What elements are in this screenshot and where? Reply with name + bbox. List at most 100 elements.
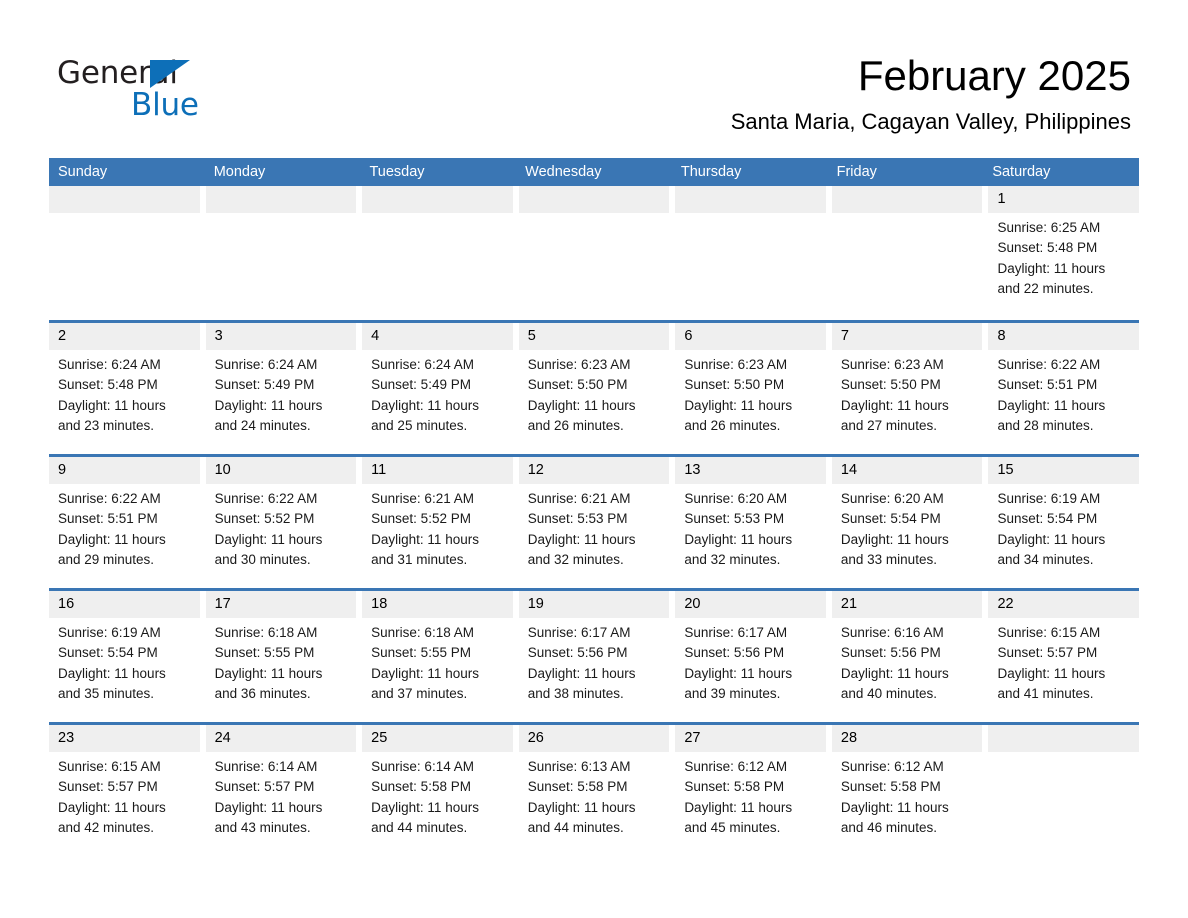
sunset-text: Sunset: 5:56 PM	[527, 645, 628, 661]
weekday-friday: Friday	[836, 164, 877, 180]
daylight-text: Daylight: 11 hours and 29 minutes.	[58, 531, 166, 567]
calendar-day-cell[interactable]: 9 Sunrise: 6:22 AM Sunset: 5:51 PM Daylight…	[49, 457, 200, 588]
calendar-day-cell[interactable]: 12 Sunrise: 6:21 AM Sunset: 5:53 PM Dayligh…	[518, 457, 670, 588]
sunrise-text: Sunrise: 6:24 AM	[214, 357, 318, 372]
sunset-text: Sunset: 5:52 PM	[214, 511, 315, 527]
sunrise-text: Sunrise: 6:22 AM	[214, 491, 318, 506]
calendar-day-cell-empty	[362, 186, 513, 320]
sunrise-text: Sunrise: 6:19 AM	[58, 625, 161, 640]
day-number: 14	[840, 462, 858, 478]
day-number: 7	[840, 328, 849, 344]
calendar-day-cell[interactable]: 4 Sunrise: 6:24 AM Sunset: 5:49 PM Daylight…	[362, 323, 513, 454]
daylight-text: Daylight: 11 hours and 39 minutes.	[684, 665, 793, 701]
calendar-day-cell[interactable]: 10 Sunrise: 6:22 AM Sunset: 5:52 PM Dayligh…	[205, 457, 357, 588]
calendar-day-cell[interactable]: 8 Sunrise: 6:22 AM Sunset: 5:51 PM Daylight…	[988, 323, 1140, 454]
day-number-bar: 11	[362, 457, 513, 484]
day-number: 1	[997, 191, 1006, 207]
day-number: 24	[214, 730, 231, 746]
day-number-bar	[49, 186, 200, 213]
generalblue-logo[interactable]: General Blue	[57, 55, 357, 125]
sunrise-text: Sunrise: 6:16 AM	[840, 625, 944, 640]
sunset-text: Sunset: 5:54 PM	[840, 511, 941, 527]
day-number-bar: 28	[831, 725, 983, 752]
day-number-bar: 27	[675, 725, 826, 752]
daylight-text: Daylight: 11 hours and 36 minutes.	[214, 665, 323, 701]
calendar-weeks: 1 Sunrise: 6:25 AM Sunset: 5:48 PM Daylight…	[49, 186, 1140, 840]
blue-triangle-icon	[150, 60, 190, 88]
calendar-day-cell[interactable]: 15 Sunrise: 6:19 AM Sunset: 5:54 PM Dayligh…	[988, 457, 1140, 588]
calendar-day-cell[interactable]: 21 Sunrise: 6:16 AM Sunset: 5:56 PM Dayligh…	[831, 591, 983, 722]
day-number: 8	[997, 328, 1006, 344]
weekday-thursday: Thursday	[680, 164, 742, 180]
calendar-day-cell[interactable]: 3 Sunrise: 6:24 AM Sunset: 5:49 PM Daylight…	[205, 323, 357, 454]
calendar-day-cell[interactable]: 25 Sunrise: 6:14 AM Sunset: 5:58 PM Dayligh…	[362, 725, 513, 840]
sunset-text: Sunset: 5:54 PM	[997, 511, 1098, 527]
calendar-week-row: 23 Sunrise: 6:15 AM Sunset: 5:57 PM Dayligh…	[49, 722, 1140, 840]
weekday-header-row: Sunday Monday Tuesday Wednesday Thursday…	[49, 158, 1139, 186]
sunset-text: Sunset: 5:55 PM	[371, 645, 471, 661]
calendar-day-cell[interactable]: 5 Sunrise: 6:23 AM Sunset: 5:50 PM Daylight…	[518, 323, 670, 454]
day-number: 22	[997, 596, 1014, 612]
weekday-sunday: Sunday	[58, 164, 108, 180]
sunset-text: Sunset: 5:57 PM	[214, 779, 315, 795]
weekday-tuesday: Tuesday	[369, 164, 425, 180]
sunset-text: Sunset: 5:50 PM	[527, 377, 628, 393]
calendar-day-cell[interactable]: 7 Sunrise: 6:23 AM Sunset: 5:50 PM Daylight…	[831, 323, 983, 454]
calendar-day-cell[interactable]: 24 Sunrise: 6:14 AM Sunset: 5:57 PM Dayligh…	[205, 725, 357, 840]
calendar-day-cell[interactable]: 11 Sunrise: 6:21 AM Sunset: 5:52 PM Dayligh…	[362, 457, 513, 588]
calendar-day-cell[interactable]: 22 Sunrise: 6:15 AM Sunset: 5:57 PM Dayligh…	[988, 591, 1140, 722]
sunrise-text: Sunrise: 6:12 AM	[684, 759, 788, 774]
day-details: Sunrise: 6:22 AM Sunset: 5:52 PM Daylight:…	[206, 484, 357, 570]
daylight-text: Daylight: 11 hours and 44 minutes.	[527, 799, 636, 835]
sunset-text: Sunset: 5:50 PM	[840, 377, 941, 393]
calendar-day-cell[interactable]: 18 Sunrise: 6:18 AM Sunset: 5:55 PM Dayligh…	[362, 591, 513, 722]
day-number-bar: 2	[49, 323, 200, 350]
day-number-bar	[988, 725, 1140, 752]
day-details: Sunrise: 6:21 AM Sunset: 5:52 PM Daylight:…	[362, 484, 513, 570]
sunset-text: Sunset: 5:56 PM	[684, 645, 785, 661]
day-number-bar	[362, 186, 513, 213]
day-number: 21	[840, 596, 858, 612]
calendar-day-cell[interactable]: 27 Sunrise: 6:12 AM Sunset: 5:58 PM Dayligh…	[675, 725, 826, 840]
day-number-bar: 16	[49, 591, 200, 618]
sunrise-text: Sunrise: 6:19 AM	[997, 491, 1101, 506]
daylight-text: Daylight: 11 hours and 22 minutes.	[997, 260, 1106, 296]
calendar-day-cell[interactable]: 6 Sunrise: 6:23 AM Sunset: 5:50 PM Daylight…	[675, 323, 826, 454]
day-number: 13	[684, 462, 701, 478]
day-details: Sunrise: 6:23 AM Sunset: 5:50 PM Daylight:…	[832, 350, 983, 436]
calendar-day-cell[interactable]: 1 Sunrise: 6:25 AM Sunset: 5:48 PM Daylight…	[988, 186, 1140, 320]
calendar-day-cell[interactable]: 23 Sunrise: 6:15 AM Sunset: 5:57 PM Dayligh…	[49, 725, 200, 840]
day-details: Sunrise: 6:19 AM Sunset: 5:54 PM Daylight:…	[988, 484, 1139, 570]
calendar-day-cell[interactable]: 28 Sunrise: 6:12 AM Sunset: 5:58 PM Dayligh…	[831, 725, 983, 840]
daylight-text: Daylight: 11 hours and 40 minutes.	[840, 665, 949, 701]
sunset-text: Sunset: 5:54 PM	[58, 645, 158, 661]
day-details: Sunrise: 6:20 AM Sunset: 5:53 PM Daylight:…	[675, 484, 826, 570]
daylight-text: Daylight: 11 hours and 37 minutes.	[371, 665, 479, 701]
calendar-week-row: 16 Sunrise: 6:19 AM Sunset: 5:54 PM Dayligh…	[49, 588, 1140, 722]
day-number: 11	[371, 462, 387, 478]
day-number: 27	[684, 730, 701, 746]
calendar-day-cell[interactable]: 16 Sunrise: 6:19 AM Sunset: 5:54 PM Dayligh…	[49, 591, 200, 722]
day-details: Sunrise: 6:18 AM Sunset: 5:55 PM Daylight:…	[206, 618, 357, 704]
calendar-day-cell[interactable]: 19 Sunrise: 6:17 AM Sunset: 5:56 PM Dayligh…	[518, 591, 670, 722]
calendar-day-cell[interactable]: 13 Sunrise: 6:20 AM Sunset: 5:53 PM Dayligh…	[675, 457, 826, 588]
day-number-bar: 24	[205, 725, 357, 752]
day-number: 9	[58, 462, 67, 478]
day-details: Sunrise: 6:16 AM Sunset: 5:56 PM Daylight:…	[832, 618, 983, 704]
sunset-text: Sunset: 5:55 PM	[214, 645, 315, 661]
calendar-day-cell[interactable]: 17 Sunrise: 6:18 AM Sunset: 5:55 PM Dayligh…	[205, 591, 357, 722]
daylight-text: Daylight: 11 hours and 24 minutes.	[214, 397, 323, 433]
daylight-text: Daylight: 11 hours and 32 minutes.	[684, 531, 793, 567]
calendar-day-cell[interactable]: 14 Sunrise: 6:20 AM Sunset: 5:54 PM Dayligh…	[831, 457, 983, 588]
sunrise-text: Sunrise: 6:15 AM	[58, 759, 161, 774]
day-details: Sunrise: 6:20 AM Sunset: 5:54 PM Daylight:…	[832, 484, 983, 570]
day-number: 17	[214, 596, 231, 612]
day-details: Sunrise: 6:13 AM Sunset: 5:58 PM Daylight:…	[519, 752, 670, 838]
day-number-bar: 19	[518, 591, 670, 618]
calendar-day-cell[interactable]: 26 Sunrise: 6:13 AM Sunset: 5:58 PM Dayligh…	[518, 725, 670, 840]
sunrise-text: Sunrise: 6:12 AM	[840, 759, 944, 774]
sunset-text: Sunset: 5:49 PM	[371, 377, 471, 393]
calendar-day-cell[interactable]: 2 Sunrise: 6:24 AM Sunset: 5:48 PM Daylight…	[49, 323, 200, 454]
calendar-day-cell[interactable]: 20 Sunrise: 6:17 AM Sunset: 5:56 PM Dayligh…	[675, 591, 826, 722]
daylight-text: Daylight: 11 hours and 23 minutes.	[58, 397, 166, 433]
